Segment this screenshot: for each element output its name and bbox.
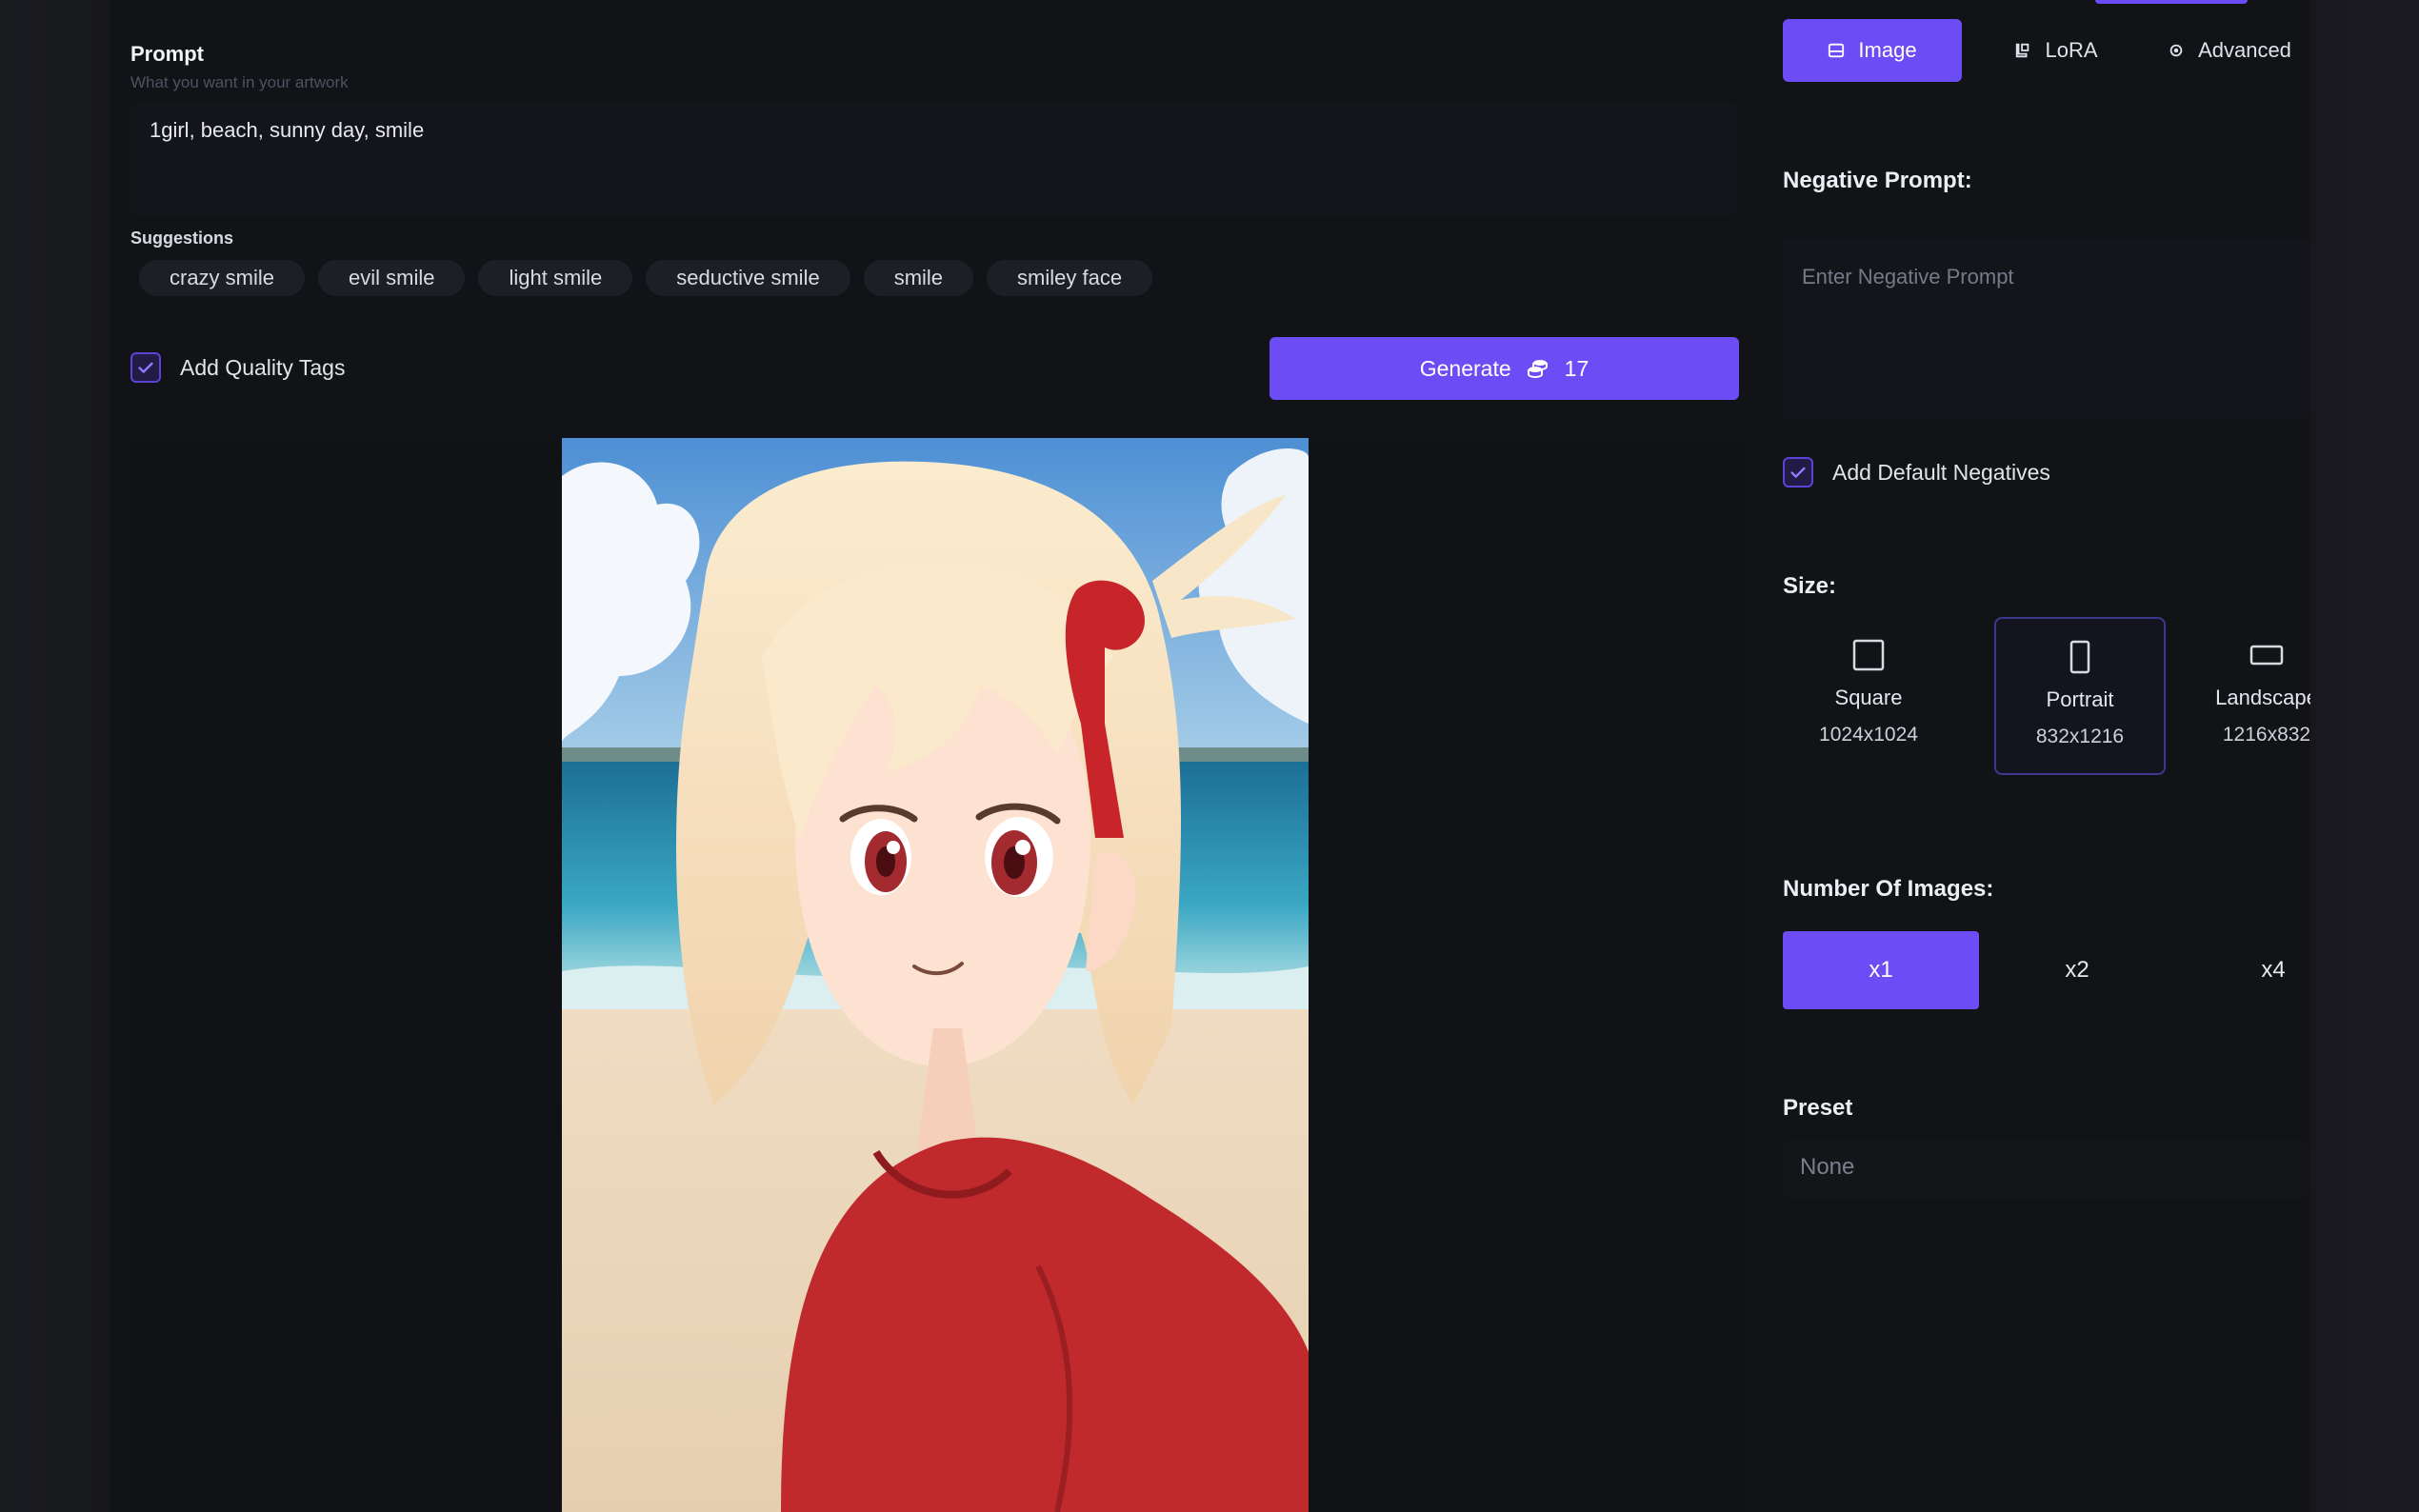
images-x2-button[interactable]: x2: [1979, 931, 2175, 1009]
tab-lora-label: LoRA: [2045, 38, 2098, 62]
suggestion-chip[interactable]: smiley face: [987, 260, 1153, 296]
size-option-dims: 832x1216: [2035, 726, 2125, 747]
size-option-dims: 1024x1024: [1819, 724, 1918, 746]
size-option-landscape[interactable]: Landscape 1216x832: [2181, 617, 2310, 775]
size-option-name: Square: [1834, 686, 1903, 709]
top-accent-bar: [2095, 0, 2248, 4]
anime-girl-artwork: [562, 438, 1309, 1512]
size-options: Square 1024x1024 Portrait 832x1216 Lands…: [1783, 617, 2310, 775]
default-negatives-label: Add Default Negatives: [1832, 459, 2050, 485]
preset-label: Preset: [1783, 1095, 1853, 1121]
square-icon: [1852, 639, 1885, 671]
preset-value: None: [1800, 1154, 1855, 1180]
number-of-images-label: Number Of Images:: [1783, 876, 1994, 902]
quality-tags-checkbox[interactable]: [130, 352, 161, 383]
landscape-icon: [2249, 645, 2284, 666]
tab-image-label: Image: [1858, 38, 1917, 62]
default-negatives-toggle[interactable]: Add Default Negatives: [1783, 457, 2050, 487]
tab-advanced-label: Advanced: [2198, 38, 2291, 62]
prompt-input-value: 1girl, beach, sunny day, smile: [150, 118, 425, 142]
suggestion-chip[interactable]: seductive smile: [646, 260, 850, 296]
number-of-images-options: x1 x2 x4: [1783, 931, 2310, 1009]
left-backdrop: [0, 0, 110, 1512]
size-option-name: Portrait: [2046, 687, 2114, 711]
suggestion-chip[interactable]: smile: [863, 260, 974, 296]
size-option-name: Landscape: [2215, 686, 2310, 709]
tab-advanced[interactable]: Advanced: [2149, 19, 2310, 82]
suggestions-label: Suggestions: [130, 229, 234, 248]
size-option-portrait[interactable]: Portrait 832x1216: [1994, 617, 2166, 775]
generate-cost: 17: [1564, 355, 1589, 381]
quality-tags-toggle[interactable]: Add Quality Tags: [130, 352, 345, 383]
preset-select[interactable]: None: [1783, 1141, 2310, 1198]
gear-icon: [2169, 44, 2183, 57]
size-option-square[interactable]: Square 1024x1024: [1783, 617, 1954, 775]
check-icon: [138, 362, 153, 373]
generate-button[interactable]: Generate 17: [1269, 337, 1739, 400]
tab-image[interactable]: Image: [1783, 19, 1962, 82]
generate-label: Generate: [1419, 355, 1511, 381]
check-icon: [1790, 467, 1806, 478]
tab-lora[interactable]: LoRA: [1985, 19, 2128, 82]
negative-prompt-placeholder: Enter Negative Prompt: [1802, 265, 2014, 288]
lora-icon: [2016, 43, 2029, 58]
prompt-input[interactable]: 1girl, beach, sunny day, smile: [130, 103, 1738, 215]
coins-icon: [1527, 360, 1548, 379]
suggestion-chip[interactable]: light smile: [478, 260, 633, 296]
image-icon: [1829, 43, 1845, 58]
portrait-icon: [2069, 640, 2090, 674]
negative-prompt-label: Negative Prompt:: [1783, 168, 1972, 193]
prompt-label: Prompt: [130, 42, 204, 66]
negative-prompt-input[interactable]: Enter Negative Prompt: [1783, 238, 2310, 419]
size-label: Size:: [1783, 573, 1837, 599]
generated-image[interactable]: [562, 438, 1309, 1512]
images-x4-button[interactable]: x4: [2175, 931, 2371, 1009]
suggestion-chips: crazy smile evil smile light smile seduc…: [139, 260, 1153, 296]
prompt-sublabel: What you want in your artwork: [130, 73, 349, 91]
suggestion-chip[interactable]: evil smile: [318, 260, 466, 296]
images-x1-button[interactable]: x1: [1783, 931, 1979, 1009]
quality-tags-label: Add Quality Tags: [180, 354, 346, 380]
right-backdrop: [2310, 0, 2419, 1512]
default-negatives-checkbox[interactable]: [1783, 457, 1813, 487]
suggestion-chip[interactable]: crazy smile: [139, 260, 306, 296]
size-option-dims: 1216x832: [2222, 724, 2310, 746]
